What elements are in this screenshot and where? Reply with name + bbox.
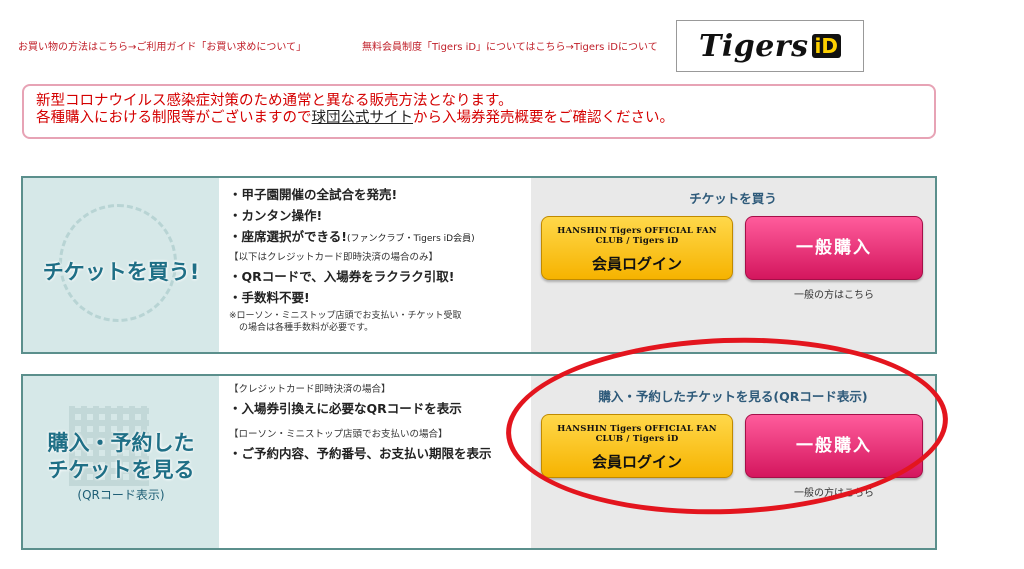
fee-note-line: ※ローソン・ミニストップ店頭でお支払い・チケット受取 bbox=[229, 311, 462, 321]
guide-link[interactable]: お買い物の方法はこちら→ご利用ガイド「お買い求めについて」 bbox=[18, 42, 306, 53]
feature-item: ・カンタン操作! bbox=[229, 208, 323, 223]
buy-ticket-panel: チケットを買う! ・甲子園開催の全試合を発売! ・カンタン操作! ・座席選択がで… bbox=[21, 176, 937, 354]
notice-text: 各種購入における制限等がございますので bbox=[36, 110, 312, 126]
buy-panel-features: ・甲子園開催の全試合を発売! ・カンタン操作! ・座席選択ができる!(ファンクラ… bbox=[219, 178, 531, 352]
member-login-button[interactable]: HANSHIN Tigers OFFICIAL FAN CLUB / Tiger… bbox=[541, 216, 733, 280]
feature-item: ・手数料不要! bbox=[229, 290, 310, 305]
buy-panel-actions: チケットを買う HANSHIN Tigers OFFICIAL FAN CLUB… bbox=[531, 178, 935, 352]
notice-line-1: 新型コロナウイルス感染症対策のため通常と異なる販売方法となります。 bbox=[36, 93, 513, 109]
fan-club-logo: HANSHIN Tigers OFFICIAL FAN CLUB / Tiger… bbox=[557, 424, 717, 444]
view-title-line: チケットを見る bbox=[47, 458, 195, 482]
view-title-line: 購入・予約した bbox=[47, 431, 195, 455]
tigers-logo-id: iD bbox=[811, 34, 841, 58]
feature-note: (ファンクラブ・Tigers iD会員) bbox=[346, 234, 475, 244]
view-heading: 購入・予約したチケットを見る(QRコード表示) bbox=[598, 389, 868, 404]
official-site-link[interactable]: 球団公式サイト bbox=[312, 110, 414, 126]
general-caption: 一般の方はこちら bbox=[794, 488, 874, 499]
covid-notice: 新型コロナウイルス感染症対策のため通常と異なる販売方法となります。 各種購入にお… bbox=[22, 84, 936, 139]
view-panel-features: 【クレジットカード即時決済の場合】 ・入場券引換えに必要なQRコードを表示 【ロ… bbox=[219, 376, 531, 548]
feature-item: ・ご予約内容、予約番号、お支払い期限を表示 bbox=[229, 446, 492, 461]
fan-club-logo: HANSHIN Tigers OFFICIAL FAN CLUB / Tiger… bbox=[557, 226, 717, 246]
buy-panel-title: チケットを買う! bbox=[42, 260, 200, 284]
credit-condition-label: 【クレジットカード即時決済の場合】 bbox=[229, 384, 391, 395]
lawson-condition-label: 【ローソン・ミニストップ店頭でお支払いの場合】 bbox=[229, 429, 448, 440]
view-ticket-panel: 購入・予約した チケットを見る (QRコード表示) 【クレジットカード即時決済の… bbox=[21, 374, 937, 550]
top-links: お買い物の方法はこちら→ご利用ガイド「お買い求めについて」 無料会員制度「Tig… bbox=[18, 38, 658, 53]
view-panel-actions: 購入・予約したチケットを見る(QRコード表示) HANSHIN Tigers O… bbox=[531, 376, 935, 548]
general-purchase-button[interactable]: 一般購入 bbox=[745, 216, 923, 280]
feature-item: ・QRコードで、入場券をラクラク引取! bbox=[229, 269, 455, 284]
view-panel-banner: 購入・予約した チケットを見る (QRコード表示) bbox=[23, 376, 219, 548]
buy-panel-banner: チケットを買う! bbox=[23, 178, 219, 352]
general-caption: 一般の方はこちら bbox=[794, 290, 874, 301]
tigers-id-info-link[interactable]: 無料会員制度「Tigers iD」についてはこちら→Tigers iDについて bbox=[362, 38, 658, 53]
fee-note: ※ローソン・ミニストップ店頭でお支払い・チケット受取の場合は各種手数料が必要です… bbox=[229, 310, 521, 334]
feature-item-text: ・座席選択ができる! bbox=[229, 229, 347, 244]
tigers-logo-word: Tigers bbox=[699, 28, 809, 64]
notice-line-2: 各種購入における制限等がございますので球団公式サイトから入場券発売概要をご確認く… bbox=[36, 110, 922, 127]
feature-item: ・入場券引換えに必要なQRコードを表示 bbox=[229, 401, 462, 416]
qr-condition-label: 【以下はクレジットカード即時決済の場合のみ】 bbox=[229, 252, 439, 263]
member-login-label: 会員ログイン bbox=[591, 453, 682, 471]
member-login-label: 会員ログイン bbox=[591, 255, 682, 273]
qr-display-note: (QRコード表示) bbox=[77, 488, 165, 502]
buy-heading: チケットを買う bbox=[689, 191, 777, 206]
view-panel-title: 購入・予約した チケットを見る bbox=[23, 430, 219, 484]
member-login-button[interactable]: HANSHIN Tigers OFFICIAL FAN CLUB / Tiger… bbox=[541, 414, 733, 478]
tigers-id-logo[interactable]: Tigers iD bbox=[676, 20, 864, 72]
feature-item: ・座席選択ができる!(ファンクラブ・Tigers iD会員) bbox=[229, 226, 521, 250]
feature-item: ・甲子園開催の全試合を発売! bbox=[229, 187, 398, 202]
fee-note-line: の場合は各種手数料が必要です。 bbox=[239, 323, 374, 333]
notice-text-end: から入場券発売概要をご確認ください。 bbox=[413, 110, 674, 126]
general-view-button[interactable]: 一般購入 bbox=[745, 414, 923, 478]
page: お買い物の方法はこちら→ご利用ガイド「お買い求めについて」 無料会員制度「Tig… bbox=[0, 0, 1024, 569]
